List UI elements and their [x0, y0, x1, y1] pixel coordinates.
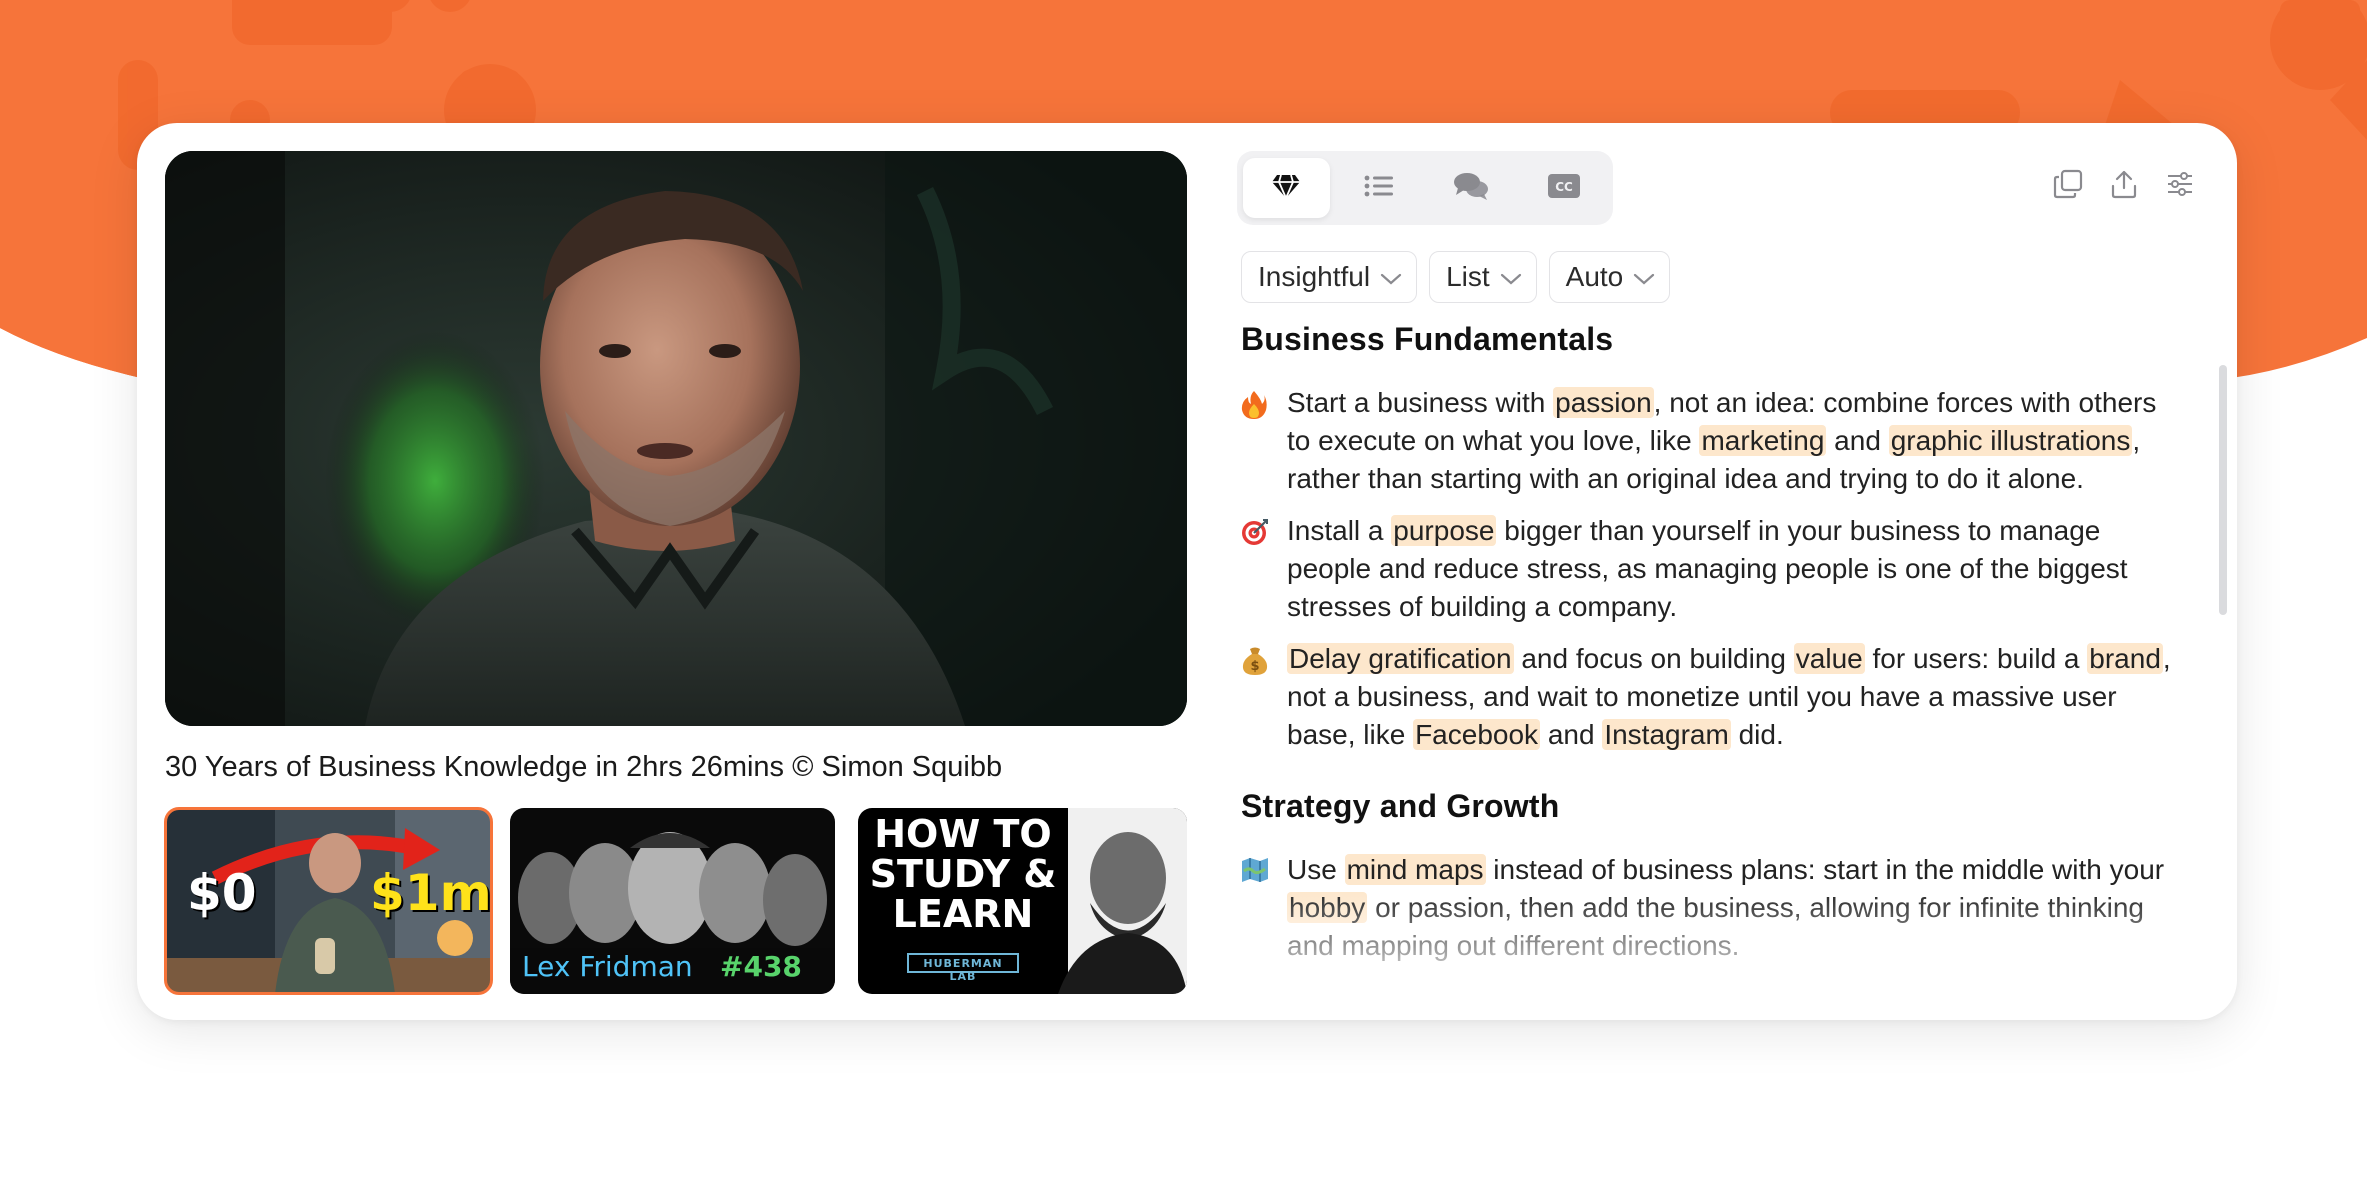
money-bag-icon: $	[1241, 640, 1269, 754]
thumbnail-headline-1: HOW TO	[874, 812, 1052, 856]
highlighted-term: purpose	[1391, 515, 1497, 546]
highlighted-term: marketing	[1699, 425, 1827, 456]
content-scrollbar[interactable]	[2219, 365, 2227, 615]
thumbnail-simon-squibb[interactable]: $0 $1m	[164, 807, 493, 995]
target-icon	[1241, 512, 1269, 626]
panel-actions	[2051, 169, 2197, 203]
related-videos: $0 $1m Lex Fridman #438 HOW TO STUDY & L…	[164, 807, 1187, 995]
text-segment: and focus on building	[1513, 643, 1794, 674]
text-segment: did.	[1730, 719, 1784, 750]
view-tabs: CC	[1237, 151, 1613, 225]
settings-button[interactable]	[2163, 169, 2197, 203]
thumbnail-sub-label: HUBERMAN LAB	[923, 957, 1003, 983]
chevron-down-icon	[1633, 261, 1655, 293]
svg-text:CC: CC	[1555, 180, 1573, 194]
bullet-text: Delay gratification and focus on buildin…	[1287, 640, 2177, 754]
chevron-down-icon	[1500, 261, 1522, 293]
style-dropdown-value: Insightful	[1258, 261, 1371, 292]
summary-card: 30 Years of Business Knowledge in 2hrs 2…	[137, 123, 2237, 1020]
bullet-text: Use mind maps instead of business plans:…	[1287, 851, 2177, 965]
text-segment: Use	[1287, 854, 1345, 885]
list-item: Start a business with passion, not an id…	[1241, 384, 2181, 498]
language-dropdown[interactable]: Auto	[1548, 251, 1671, 303]
thumbnail-huberman-lab[interactable]: HOW TO STUDY & LEARN HUBERMAN LAB	[858, 808, 1187, 994]
svg-text:$: $	[1250, 659, 1259, 674]
diamond-icon	[1271, 173, 1301, 204]
text-segment: Start a business with	[1287, 387, 1554, 418]
summary-filters: Insightful List Auto	[1241, 251, 1671, 303]
list-item: $ Delay gratification and focus on build…	[1241, 640, 2181, 754]
highlighted-term: mind maps	[1344, 854, 1486, 885]
summary-content[interactable]: Business Fundamentals Start a business w…	[1241, 321, 2181, 1020]
tab-transcript[interactable]: CC	[1521, 158, 1608, 218]
highlighted-term: Delay gratification	[1287, 643, 1514, 674]
highlighted-term: Instagram	[1602, 719, 1731, 750]
format-dropdown[interactable]: List	[1429, 251, 1537, 303]
list-icon	[1364, 174, 1394, 203]
settings-sliders-icon	[2165, 169, 2195, 204]
tab-outline[interactable]	[1336, 158, 1423, 218]
text-segment: and	[1540, 719, 1603, 750]
highlighted-term: Facebook	[1413, 719, 1541, 750]
text-segment: Install a	[1287, 515, 1392, 546]
highlighted-term: passion	[1553, 387, 1654, 418]
style-dropdown[interactable]: Insightful	[1241, 251, 1418, 303]
highlighted-term: value	[1793, 643, 1865, 674]
text-segment: and	[1826, 425, 1889, 456]
tab-key-insights[interactable]	[1243, 158, 1330, 218]
bullet-text: Install a purpose bigger than yourself i…	[1287, 512, 2177, 626]
copy-icon	[2053, 169, 2083, 204]
thumbnail-headline-3: LEARN	[892, 892, 1034, 936]
share-button[interactable]	[2107, 169, 2141, 203]
format-dropdown-value: List	[1446, 261, 1490, 292]
list-item: Use mind maps instead of business plans:…	[1241, 851, 2181, 965]
thumbnail-text-right: $1m	[370, 864, 492, 922]
copy-button[interactable]	[2051, 169, 2085, 203]
video-player[interactable]	[165, 151, 1187, 726]
tab-chat[interactable]	[1428, 158, 1515, 218]
summary-panel: CC Insightful List Auto Business Fundame…	[1237, 151, 2217, 1020]
video-title: 30 Years of Business Knowledge in 2hrs 2…	[165, 751, 1003, 783]
highlighted-term: graphic illustrations	[1888, 425, 2133, 456]
share-icon	[2109, 169, 2139, 204]
thumbnail-lex-fridman[interactable]: Lex Fridman #438	[510, 808, 835, 994]
bullet-text: Start a business with passion, not an id…	[1287, 384, 2177, 498]
language-dropdown-value: Auto	[1565, 261, 1624, 292]
cc-icon: CC	[1547, 173, 1580, 203]
text-segment: for users: build a	[1864, 643, 2088, 674]
highlighted-term: hobby	[1287, 892, 1368, 923]
list-item: Install a purpose bigger than yourself i…	[1241, 512, 2181, 626]
text-segment: instead of business plans: start in the …	[1485, 854, 2165, 885]
text-segment: or passion, then add the business, allow…	[1287, 892, 2144, 961]
fire-icon	[1241, 384, 1269, 498]
section-title: Business Fundamentals	[1241, 321, 1614, 357]
chevron-down-icon	[1380, 261, 1402, 293]
thumbnail-text-left: $0	[187, 864, 257, 922]
thumbnail-lex-label: Lex Fridman	[522, 950, 693, 983]
highlighted-term: brand	[2087, 643, 2163, 674]
thumbnail-headline-2: STUDY &	[869, 852, 1057, 896]
chat-icon	[1453, 171, 1489, 206]
thumbnail-episode-number: #438	[720, 950, 802, 983]
map-icon	[1241, 851, 1269, 965]
section-title: Strategy and Growth	[1241, 788, 1560, 824]
